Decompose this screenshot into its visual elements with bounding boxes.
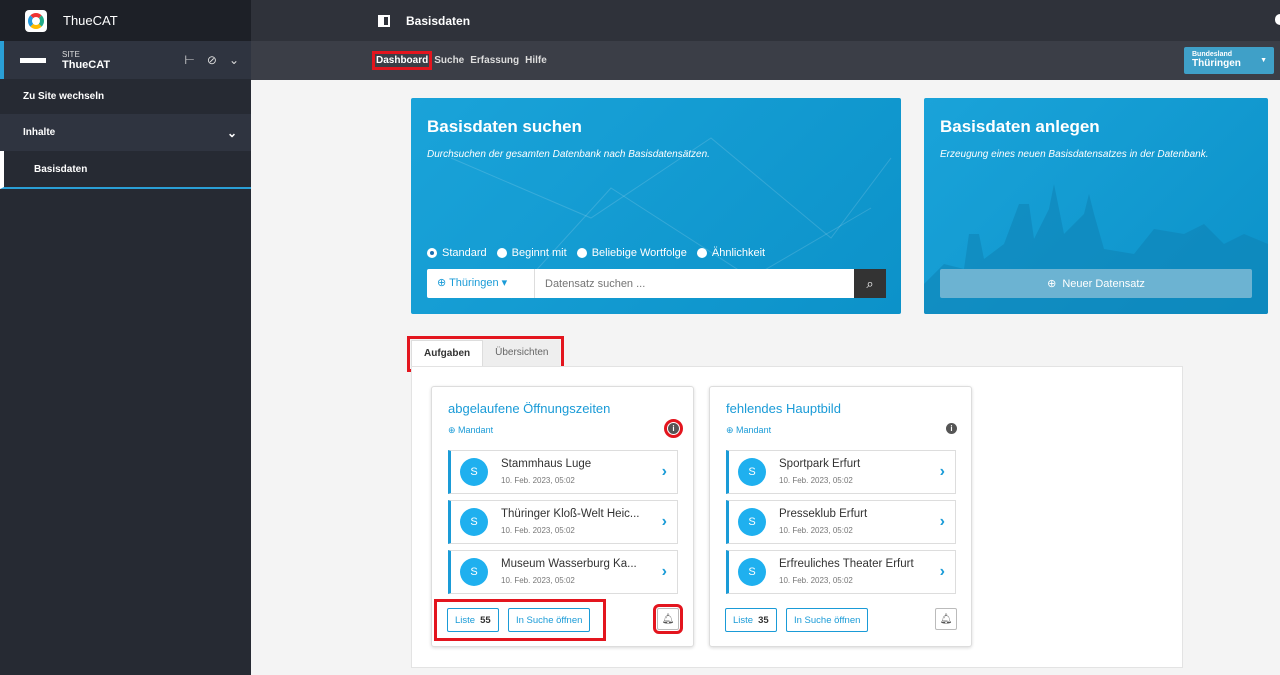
create-card-title: Basisdaten anlegen: [940, 117, 1100, 136]
site-thumbnail-icon: [20, 57, 46, 63]
tab-uebersichten[interactable]: Übersichten: [483, 340, 561, 368]
state-label: Bundesland: [1192, 51, 1233, 58]
sidebar-item-basisdaten[interactable]: Basisdaten: [0, 151, 251, 189]
list-button[interactable]: Liste 55: [447, 608, 499, 632]
task-card: fehlendes Hauptbild ⊕ Mandant i S Sportp…: [709, 386, 972, 647]
list-button[interactable]: Liste 35: [725, 608, 777, 632]
chevron-right-icon[interactable]: ›: [940, 513, 945, 531]
state-value: Thüringen: [1192, 58, 1241, 69]
avatar: S: [738, 458, 766, 486]
sidebar-toggle-icon[interactable]: [378, 14, 390, 27]
top-bar: Basisdaten: [251, 0, 1280, 41]
create-card: Basisdaten anlegen Erzeugung eines neuen…: [924, 98, 1268, 314]
dashboard-tabs: Aufgaben Übersichten: [406, 336, 565, 372]
list-item[interactable]: S Thüringer Kloß-Welt Heic... 10. Feb. 2…: [448, 500, 678, 544]
search-mode-group: Standard Beginnt mit Beliebige Wortfolge…: [427, 247, 765, 259]
chevron-right-icon[interactable]: ›: [662, 463, 667, 481]
item-date: 10. Feb. 2023, 05:02: [501, 526, 575, 535]
radio-beginnt-mit[interactable]: Beginnt mit: [496, 247, 567, 259]
task-card: abgelaufene Öffnungszeiten ⊕ Mandant i S…: [431, 386, 694, 647]
bell-icon[interactable]: 🔔︎: [935, 608, 957, 630]
list-item[interactable]: S Sportpark Erfurt 10. Feb. 2023, 05:02 …: [726, 450, 956, 494]
item-name: Erfreuliches Theater Erfurt: [779, 558, 914, 570]
avatar: S: [460, 558, 488, 586]
scope-label: ⊕ Mandant: [726, 425, 772, 435]
tab-aufgaben[interactable]: Aufgaben: [411, 340, 484, 368]
sidebar: ThueCAT SITE ThueCAT ⊢ ⊘ ⌄ Zu Site wechs…: [0, 0, 251, 675]
main-content: Basisdaten suchen Durchsuchen der gesamt…: [251, 80, 1280, 675]
chevron-right-icon[interactable]: ›: [662, 513, 667, 531]
item-date: 10. Feb. 2023, 05:02: [501, 476, 575, 485]
switch-site-link[interactable]: Zu Site wechseln: [0, 79, 251, 114]
list-item[interactable]: S Erfreuliches Theater Erfurt 10. Feb. 2…: [726, 550, 956, 594]
chevron-right-icon[interactable]: ›: [662, 563, 667, 581]
app-logo-icon[interactable]: [25, 9, 47, 32]
task-card-title: fehlendes Hauptbild: [726, 401, 841, 416]
scope-label: ⊕ Mandant: [448, 425, 494, 435]
list-item[interactable]: S Presseklub Erfurt 10. Feb. 2023, 05:02…: [726, 500, 956, 544]
chevron-right-icon[interactable]: ›: [940, 463, 945, 481]
open-in-search-button[interactable]: In Suche öffnen: [508, 608, 591, 632]
item-date: 10. Feb. 2023, 05:02: [779, 476, 853, 485]
list-item[interactable]: S Museum Wasserburg Ka... 10. Feb. 2023,…: [448, 550, 678, 594]
avatar: S: [460, 508, 488, 536]
app-header: ThueCAT: [0, 0, 251, 41]
tab-dashboard[interactable]: Dashboard: [371, 51, 433, 70]
item-name: Presseklub Erfurt: [779, 508, 868, 520]
info-icon[interactable]: i: [664, 419, 683, 438]
tree-icon[interactable]: ⊢: [184, 53, 194, 67]
search-card: Basisdaten suchen Durchsuchen der gesamt…: [411, 98, 901, 314]
radio-beliebige-wortfolge[interactable]: Beliebige Wortfolge: [576, 247, 687, 259]
item-date: 10. Feb. 2023, 05:02: [501, 576, 575, 585]
chevron-down-icon: ⌄: [226, 126, 237, 140]
tab-suche[interactable]: Suche: [434, 55, 464, 66]
plus-circle-icon: ⊕: [1047, 278, 1057, 290]
tasks-panel: abgelaufene Öffnungszeiten ⊕ Mandant i S…: [411, 366, 1183, 668]
site-selector[interactable]: SITE ThueCAT ⊢ ⊘ ⌄: [0, 41, 251, 79]
item-name: Stammhaus Luge: [501, 458, 592, 470]
radio-standard[interactable]: Standard: [427, 247, 487, 259]
bell-icon[interactable]: 🔔︎: [653, 604, 683, 634]
radio-aehnlichkeit[interactable]: Ähnlichkeit: [696, 247, 765, 259]
item-name: Museum Wasserburg Ka...: [501, 558, 637, 570]
tab-hilfe[interactable]: Hilfe: [525, 55, 547, 66]
avatar: S: [738, 558, 766, 586]
create-card-subtitle: Erzeugung eines neuen Basisdatensatzes i…: [940, 149, 1209, 160]
user-avatar[interactable]: [1275, 14, 1280, 25]
chevron-down-icon[interactable]: ⌄: [229, 53, 239, 67]
item-name: Thüringer Kloß-Welt Heic...: [501, 508, 640, 520]
tab-erfassung[interactable]: Erfassung: [470, 55, 519, 66]
search-input[interactable]: [535, 269, 854, 298]
page-title: Basisdaten: [406, 13, 471, 28]
search-icon[interactable]: ⌕: [854, 269, 886, 298]
open-in-search-button[interactable]: In Suche öffnen: [786, 608, 869, 632]
item-date: 10. Feb. 2023, 05:02: [779, 576, 853, 585]
avatar: S: [738, 508, 766, 536]
caret-down-icon: ▼: [1260, 57, 1267, 64]
new-record-button[interactable]: ⊕ Neuer Datensatz: [940, 269, 1252, 298]
state-selector[interactable]: Bundesland Thüringen ▼: [1184, 47, 1274, 74]
module-nav: Dashboard Suche Erfassung Hilfe Bundesla…: [251, 41, 1280, 80]
site-name: ThueCAT: [62, 58, 111, 71]
avatar: S: [460, 458, 488, 486]
location-dropdown[interactable]: ⊕ Thüringen ▾: [427, 269, 535, 298]
chevron-right-icon[interactable]: ›: [940, 563, 945, 581]
item-date: 10. Feb. 2023, 05:02: [779, 526, 853, 535]
compass-icon[interactable]: ⊘: [207, 53, 217, 67]
search-bar: ⊕ Thüringen ▾ ⌕: [427, 269, 886, 298]
list-item[interactable]: S Stammhaus Luge 10. Feb. 2023, 05:02 ›: [448, 450, 678, 494]
info-icon[interactable]: i: [946, 423, 957, 434]
sidebar-group-inhalte[interactable]: Inhalte ⌄: [0, 114, 251, 151]
sidebar-group-label: Inhalte: [23, 127, 56, 138]
site-label: SITE: [62, 49, 80, 59]
task-card-title: abgelaufene Öffnungszeiten: [448, 401, 611, 416]
item-name: Sportpark Erfurt: [779, 458, 861, 470]
app-name: ThueCAT: [63, 13, 118, 28]
